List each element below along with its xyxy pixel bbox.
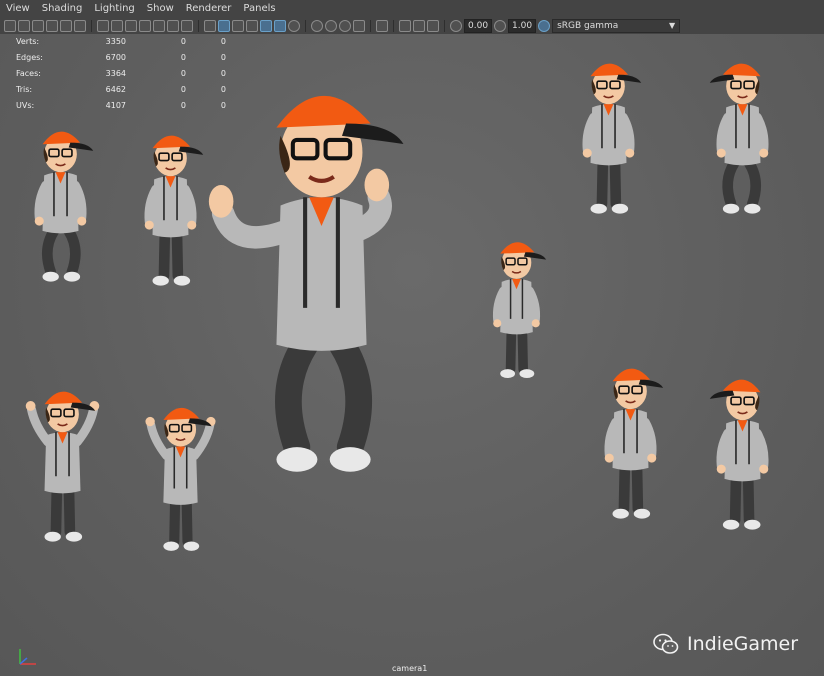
hud-value: 0 bbox=[220, 37, 226, 46]
hud-value: 3350 bbox=[105, 37, 126, 46]
hud-value: 0 bbox=[180, 53, 186, 62]
character-model[interactable] bbox=[128, 122, 213, 289]
isolate-select-icon[interactable] bbox=[376, 20, 388, 32]
view-transform-value: sRGB gamma bbox=[557, 21, 619, 31]
xray-icon[interactable] bbox=[399, 20, 411, 32]
character-model[interactable] bbox=[700, 366, 785, 533]
axis-gizmo-icon bbox=[19, 649, 36, 665]
hud-value: 0 bbox=[220, 53, 226, 62]
menu-shading[interactable]: Shading bbox=[36, 0, 89, 18]
chevron-down-icon: ▼ bbox=[668, 21, 676, 30]
camera-name-label: camera1 bbox=[392, 664, 428, 673]
hud-value: 6700 bbox=[105, 53, 126, 62]
toolbar-separator bbox=[370, 20, 371, 32]
wireframe-icon[interactable] bbox=[204, 20, 216, 32]
poly-count-hud: Verts: 3350 0 0 Edges: 6700 0 0 Faces: 3… bbox=[16, 34, 226, 114]
wireframe-on-shaded-icon[interactable] bbox=[246, 20, 258, 32]
motion-blur-icon[interactable] bbox=[325, 20, 337, 32]
hud-label: Verts: bbox=[16, 37, 40, 46]
menu-panels[interactable]: Panels bbox=[237, 0, 281, 18]
grid-icon[interactable] bbox=[97, 20, 109, 32]
hud-value: 0 bbox=[220, 85, 226, 94]
select-camera-icon[interactable] bbox=[4, 20, 16, 32]
default-material-icon[interactable] bbox=[232, 20, 244, 32]
shadows-icon[interactable] bbox=[288, 20, 300, 32]
exposure-field[interactable]: 0.00 bbox=[464, 19, 493, 33]
depth-of-field-icon[interactable] bbox=[353, 20, 365, 32]
character-model[interactable] bbox=[700, 50, 785, 217]
hud-value: 0 bbox=[220, 69, 226, 78]
hud-label: UVs: bbox=[16, 101, 35, 110]
character-model[interactable] bbox=[588, 355, 673, 522]
hud-value: 0 bbox=[220, 101, 226, 110]
two-d-pan-zoom-icon[interactable] bbox=[60, 20, 72, 32]
smooth-shade-icon[interactable] bbox=[218, 20, 230, 32]
gate-mask-icon[interactable] bbox=[139, 20, 151, 32]
hud-value: 6462 bbox=[105, 85, 126, 94]
3d-viewport[interactable]: View Shading Lighting Show Renderer Pane… bbox=[0, 0, 824, 676]
menu-lighting[interactable]: Lighting bbox=[88, 0, 140, 18]
hud-value: 3364 bbox=[105, 69, 126, 78]
multisample-aa-icon[interactable] bbox=[339, 20, 351, 32]
hud-row: Verts: 3350 0 0 bbox=[16, 34, 226, 50]
main-character-model[interactable] bbox=[208, 62, 428, 480]
hud-label: Tris: bbox=[16, 85, 33, 94]
watermark: IndieGamer bbox=[652, 632, 798, 656]
toolbar-separator bbox=[198, 20, 199, 32]
viewport-toolbar: 0.00 1.00 sRGB gamma ▼ bbox=[0, 18, 824, 34]
menu-show[interactable]: Show bbox=[141, 0, 180, 18]
safe-action-icon[interactable] bbox=[167, 20, 179, 32]
hud-label: Faces: bbox=[16, 69, 41, 78]
safe-title-icon[interactable] bbox=[181, 20, 193, 32]
exposure-icon[interactable] bbox=[450, 20, 462, 32]
hud-value: 0 bbox=[180, 69, 186, 78]
image-plane-icon[interactable] bbox=[46, 20, 58, 32]
grease-pencil-icon[interactable] bbox=[74, 20, 86, 32]
textured-icon[interactable] bbox=[260, 20, 272, 32]
hud-row: Tris: 6462 0 0 bbox=[16, 82, 226, 98]
character-model[interactable] bbox=[566, 50, 651, 217]
resolution-gate-icon[interactable] bbox=[125, 20, 137, 32]
hud-row: Faces: 3364 0 0 bbox=[16, 66, 226, 82]
character-model[interactable] bbox=[478, 230, 555, 381]
wechat-logo-icon bbox=[653, 633, 679, 654]
hud-value: 0 bbox=[180, 37, 186, 46]
gamma-field[interactable]: 1.00 bbox=[508, 19, 537, 33]
bookmark-icon[interactable] bbox=[32, 20, 44, 32]
hud-row: UVs: 4107 0 0 bbox=[16, 98, 226, 114]
toolbar-separator bbox=[91, 20, 92, 32]
watermark-text: IndieGamer bbox=[687, 633, 799, 655]
character-model[interactable] bbox=[140, 395, 221, 554]
camera-attributes-icon[interactable] bbox=[18, 20, 30, 32]
character-model[interactable] bbox=[18, 118, 103, 285]
view-transform-select[interactable]: sRGB gamma ▼ bbox=[552, 19, 681, 33]
toolbar-separator bbox=[444, 20, 445, 32]
toolbar-separator bbox=[393, 20, 394, 32]
use-all-lights-icon[interactable] bbox=[274, 20, 286, 32]
xray-joints-icon[interactable] bbox=[427, 20, 439, 32]
hud-value: 4107 bbox=[105, 101, 126, 110]
xray-active-components-icon[interactable] bbox=[413, 20, 425, 32]
hud-row: Edges: 6700 0 0 bbox=[16, 50, 226, 66]
viewport-menu-bar: View Shading Lighting Show Renderer Pane… bbox=[0, 0, 824, 18]
menu-view[interactable]: View bbox=[0, 0, 36, 18]
hud-label: Edges: bbox=[16, 53, 43, 62]
field-chart-icon[interactable] bbox=[153, 20, 165, 32]
color-management-icon[interactable] bbox=[538, 20, 551, 32]
toolbar-separator bbox=[305, 20, 306, 32]
hud-value: 0 bbox=[180, 85, 186, 94]
screen-space-ao-icon[interactable] bbox=[311, 20, 323, 32]
gamma-icon[interactable] bbox=[494, 20, 507, 32]
hud-value: 0 bbox=[180, 101, 186, 110]
character-model[interactable] bbox=[20, 378, 105, 545]
menu-renderer[interactable]: Renderer bbox=[180, 0, 238, 18]
film-gate-icon[interactable] bbox=[111, 20, 123, 32]
